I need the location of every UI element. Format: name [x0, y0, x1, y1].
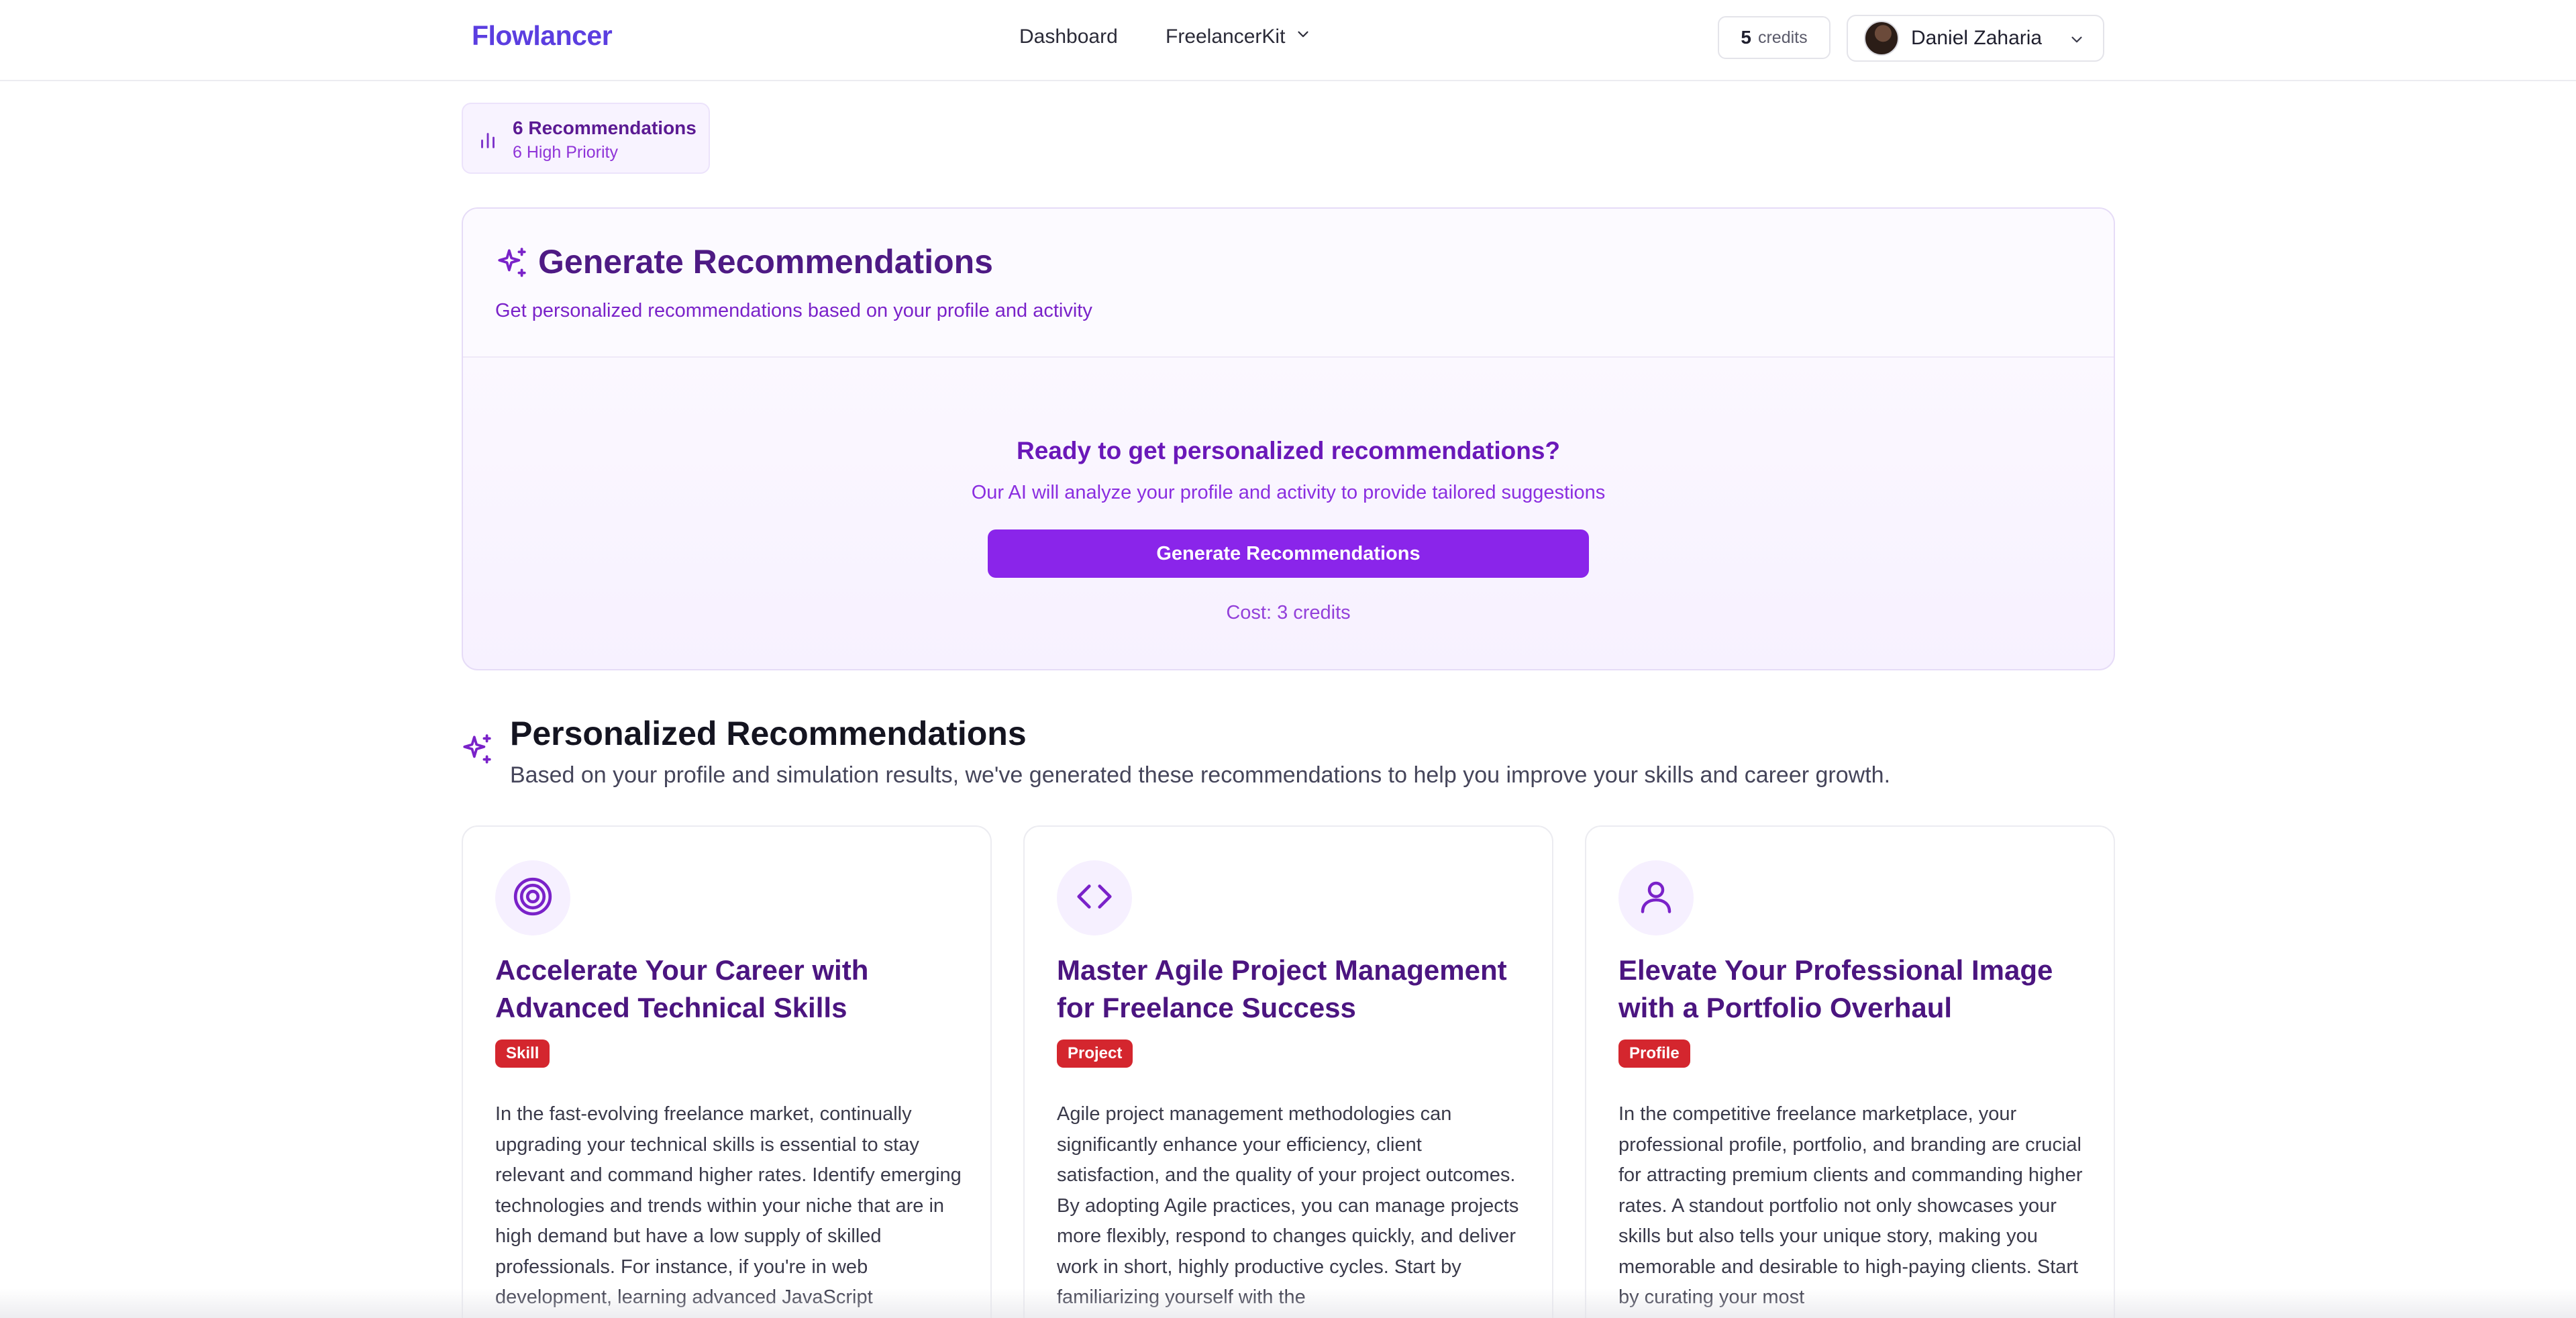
- recommendations-stat-badge: 6 Recommendations 6 High Priority: [462, 103, 710, 174]
- credits-count: 5: [1741, 27, 1751, 48]
- generate-title: Generate Recommendations: [538, 243, 993, 281]
- user-name: Daniel Zaharia: [1911, 27, 2043, 49]
- ready-heading: Ready to get personalized recommendation…: [1016, 437, 1561, 464]
- generate-panel-header: Generate Recommendations Get personalize…: [463, 209, 2114, 358]
- category-tag: Project: [1057, 1040, 1133, 1068]
- top-nav: Flowlancer Dashboard FreelancerKit 5 cre…: [0, 0, 2576, 81]
- nav-dashboard-link[interactable]: Dashboard: [1019, 26, 1118, 48]
- code-icon: [1074, 876, 1115, 921]
- generate-recommendations-button[interactable]: Generate Recommendations: [988, 529, 1589, 578]
- credits-indicator[interactable]: 5 credits: [1718, 16, 1831, 59]
- ready-subtitle: Our AI will analyze your profile and act…: [971, 482, 1606, 503]
- card-title: Elevate Your Professional Image with a P…: [1618, 954, 2053, 1023]
- nav-freelancerkit-menu[interactable]: FreelancerKit: [1166, 26, 1312, 48]
- card-title: Accelerate Your Career with Advanced Tec…: [495, 954, 869, 1023]
- user-menu[interactable]: Daniel Zaharia: [1847, 15, 2104, 62]
- credits-label: credits: [1757, 28, 1808, 47]
- card-description: In the fast-evolving freelance market, c…: [495, 1103, 962, 1308]
- stat-title: 6 Recommendations: [513, 117, 697, 138]
- card-icon-container: [1618, 860, 1694, 935]
- card-icon-container: [495, 860, 570, 935]
- section-subtitle: Based on your profile and simulation res…: [510, 762, 1891, 788]
- generate-panel: Generate Recommendations Get personalize…: [462, 207, 2115, 670]
- recommendations-page: Flowlancer Dashboard FreelancerKit 5 cre…: [0, 0, 2576, 1318]
- recommendation-card[interactable]: Accelerate Your Career with Advanced Tec…: [462, 825, 992, 1318]
- recommendation-card[interactable]: Elevate Your Professional Image with a P…: [1585, 825, 2115, 1318]
- recommendation-card[interactable]: Master Agile Project Management for Free…: [1023, 825, 1553, 1318]
- category-tag: Profile: [1618, 1040, 1690, 1068]
- nav-freelancerkit-label: FreelancerKit: [1166, 26, 1286, 48]
- card-description: Agile project management methodologies c…: [1057, 1103, 1519, 1308]
- user-icon: [1636, 876, 1676, 920]
- sparkles-icon: [495, 246, 529, 283]
- card-icon-container: [1057, 860, 1132, 935]
- bar-chart-icon: [476, 128, 499, 154]
- avatar: [1864, 21, 1899, 56]
- card-description: In the competitive freelance marketplace…: [1618, 1103, 2083, 1308]
- card-title: Master Agile Project Management for Free…: [1057, 954, 1507, 1023]
- sparkles-icon: [460, 733, 494, 770]
- cost-label: Cost: 3 credits: [1226, 602, 1351, 623]
- chevron-down-icon: [1294, 26, 1312, 48]
- section-title: Personalized Recommendations: [510, 715, 1027, 752]
- target-icon: [512, 876, 554, 921]
- chevron-down-icon: [2068, 31, 2085, 52]
- category-tag: Skill: [495, 1040, 550, 1068]
- stat-subtitle: 6 High Priority: [513, 143, 618, 162]
- brand-logo[interactable]: Flowlancer: [472, 20, 613, 52]
- generate-description: Get personalized recommendations based o…: [495, 300, 1092, 321]
